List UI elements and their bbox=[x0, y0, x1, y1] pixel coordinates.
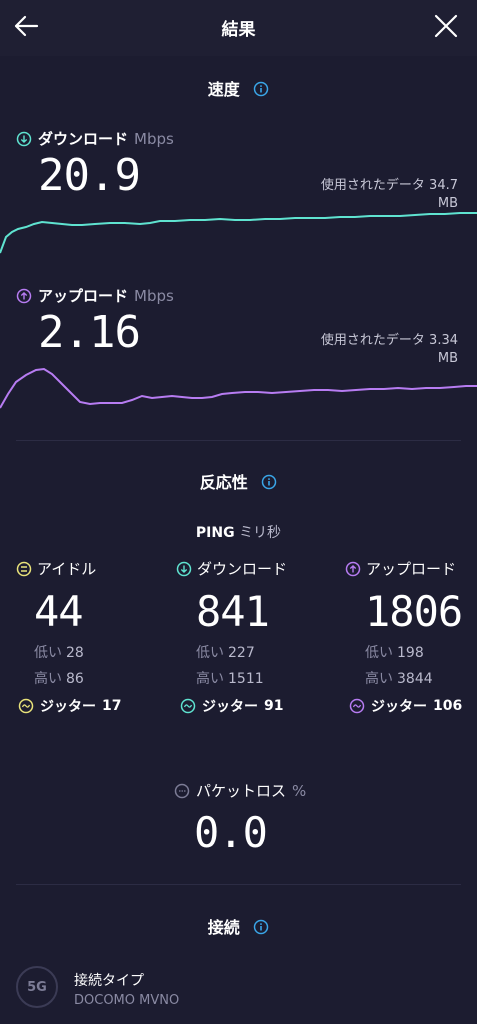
ping-download-low: 低い 227 bbox=[196, 642, 326, 662]
upload-arrow-icon bbox=[16, 288, 32, 303]
download-speed-value: 20.9 bbox=[38, 150, 141, 201]
download-arrow-icon bbox=[16, 131, 32, 146]
ping-idle-column: アイドル 44 低い 28 高い 86 bbox=[16, 558, 166, 688]
upload-jitter-label: ジッター bbox=[371, 699, 427, 715]
ping-download-label: ダウンロード bbox=[197, 560, 288, 578]
idle-jitter-label: ジッター bbox=[40, 699, 96, 715]
ping-upload-high-label: 高い bbox=[365, 671, 393, 687]
upload-label-text: アップロード bbox=[38, 287, 129, 305]
download-jitter-value: 91 bbox=[264, 698, 284, 714]
download-speed-graph bbox=[0, 212, 477, 254]
page-title: 結果 bbox=[221, 20, 256, 40]
connection-type-value: DOCOMO MVNO bbox=[74, 993, 180, 1008]
ping-download-head: ダウンロード bbox=[176, 558, 326, 579]
upload-jitter: ジッター 106 bbox=[349, 696, 462, 716]
ping-heading: PING ミリ秒 bbox=[0, 522, 477, 542]
info-icon[interactable] bbox=[253, 919, 269, 935]
ping-download-value: 841 bbox=[196, 587, 270, 636]
ping-download-high: 高い 1511 bbox=[196, 668, 326, 688]
idle-low: 低い 28 bbox=[34, 642, 166, 662]
ping-download-low-value: 227 bbox=[228, 645, 255, 661]
connection-section-title: 接続 bbox=[0, 914, 477, 938]
ping-download-column: ダウンロード 841 低い 227 高い 1511 bbox=[176, 558, 326, 688]
packet-loss-head: パケットロス % bbox=[174, 780, 306, 801]
ping-upload-label: アップロード bbox=[366, 560, 457, 578]
jitter-icon bbox=[349, 698, 365, 714]
ping-upload-head: アップロード bbox=[345, 558, 475, 579]
speed-title-text: 速度 bbox=[207, 80, 240, 99]
packet-loss-icon bbox=[174, 783, 190, 798]
packet-loss-label: パケットロス bbox=[196, 782, 287, 800]
ping-upload-value: 1806 bbox=[365, 587, 463, 636]
upload-speed-value: 2.16 bbox=[38, 307, 141, 358]
download-speed-label: ダウンロード Mbps bbox=[16, 128, 174, 149]
speed-section-title: 速度 bbox=[0, 76, 477, 100]
connection-type-label: 接続タイプ bbox=[74, 973, 144, 989]
packet-loss-value: 0.0 bbox=[194, 808, 268, 857]
ping-upload-low-value: 198 bbox=[397, 645, 424, 661]
ping-label: PING bbox=[195, 525, 235, 541]
packet-loss-unit: % bbox=[292, 781, 307, 800]
ping-upload-low: 低い 198 bbox=[365, 642, 475, 662]
ping-download-high-label: 高い bbox=[196, 671, 224, 687]
ping-upload-low-label: 低い bbox=[365, 645, 393, 661]
upload-unit: Mbps bbox=[134, 286, 174, 305]
download-label-text: ダウンロード bbox=[38, 130, 129, 148]
idle-high: 高い 86 bbox=[34, 668, 166, 688]
idle-jitter: ジッター 17 bbox=[18, 696, 121, 716]
upload-data-used-line1: 使用されたデータ 3.34 bbox=[320, 333, 458, 348]
idle-label: アイドル bbox=[37, 560, 97, 578]
idle-low-value: 28 bbox=[66, 645, 84, 661]
jitter-icon bbox=[180, 698, 196, 714]
download-unit: Mbps bbox=[134, 129, 174, 148]
responsiveness-section-title: 反応性 bbox=[0, 469, 477, 493]
responsiveness-title-text: 反応性 bbox=[199, 473, 248, 492]
5g-icon: 5G bbox=[16, 966, 58, 1008]
info-icon[interactable] bbox=[261, 474, 277, 490]
idle-high-label: 高い bbox=[34, 671, 62, 687]
ping-download-low-label: 低い bbox=[196, 645, 224, 661]
info-icon[interactable] bbox=[253, 81, 269, 97]
upload-speed-label: アップロード Mbps bbox=[16, 285, 174, 306]
idle-high-value: 86 bbox=[66, 671, 84, 687]
divider bbox=[16, 440, 461, 441]
idle-icon bbox=[16, 561, 32, 576]
idle-value: 44 bbox=[34, 587, 84, 636]
upload-jitter-value: 106 bbox=[433, 698, 463, 714]
close-icon[interactable] bbox=[433, 13, 459, 39]
ping-unit: ミリ秒 bbox=[239, 525, 282, 541]
upload-speed-graph bbox=[0, 367, 477, 409]
upload-arrow-icon bbox=[345, 561, 361, 576]
ping-upload-high-value: 3844 bbox=[397, 671, 433, 687]
download-jitter-label: ジッター bbox=[202, 699, 258, 715]
divider bbox=[16, 884, 461, 885]
ping-download-high-value: 1511 bbox=[228, 671, 264, 687]
ping-upload-column: アップロード 1806 低い 198 高い 3844 bbox=[345, 558, 475, 688]
ping-upload-high: 高い 3844 bbox=[365, 668, 475, 688]
connection-title-text: 接続 bbox=[207, 918, 240, 937]
idle-jitter-value: 17 bbox=[102, 698, 122, 714]
jitter-icon bbox=[18, 698, 34, 714]
download-jitter: ジッター 91 bbox=[180, 696, 283, 716]
download-data-used-line1: 使用されたデータ 34.7 bbox=[320, 178, 458, 193]
ping-idle-head: アイドル bbox=[16, 558, 166, 579]
download-arrow-icon bbox=[176, 561, 192, 576]
idle-low-label: 低い bbox=[34, 645, 62, 661]
